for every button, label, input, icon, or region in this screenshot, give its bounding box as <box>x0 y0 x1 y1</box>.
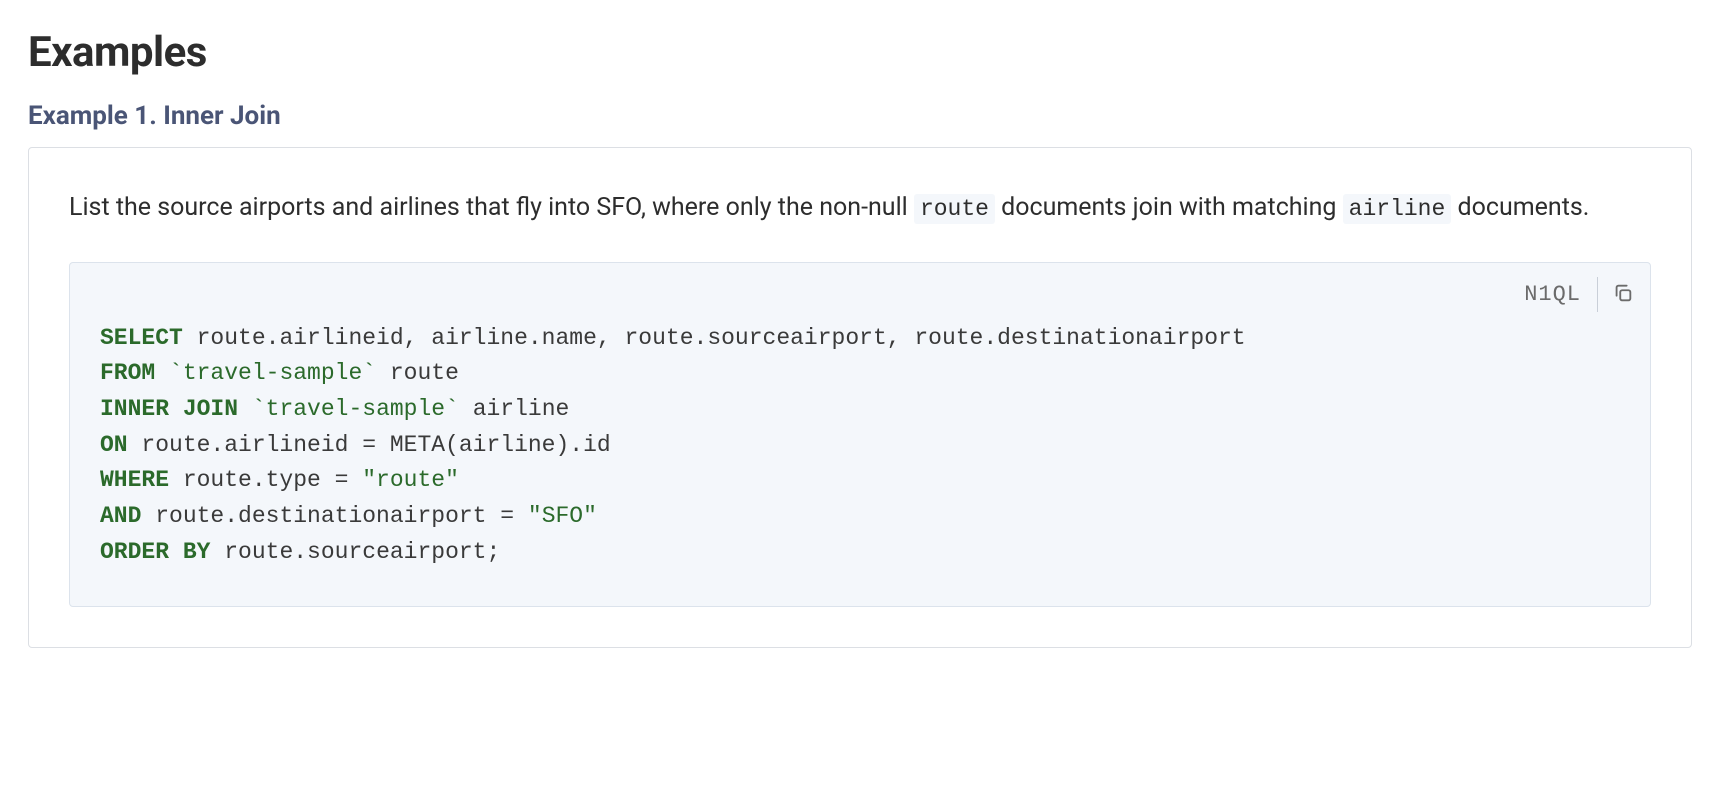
code-content[interactable]: SELECT route.airlineid, airline.name, ro… <box>100 321 1620 570</box>
copy-button[interactable] <box>1598 278 1634 311</box>
code-text: airline <box>459 396 569 422</box>
desc-text: documents join with matching <box>995 193 1343 222</box>
doc-page: Examples Example 1. Inner Join List the … <box>0 0 1720 688</box>
code-text: route.airlineid = META(airline).id <box>128 432 611 458</box>
section-title: Examples <box>28 28 1692 77</box>
kw-on: ON <box>100 432 128 458</box>
code-header: N1QL <box>1524 277 1634 312</box>
example-label: Example 1. Inner Join <box>28 101 1692 131</box>
inline-code-route: route <box>914 194 995 224</box>
code-block: N1QL SELECT route.airlineid, airline.nam… <box>69 262 1651 607</box>
code-text: route.sourceairport; <box>210 539 500 565</box>
example-panel: List the source airports and airlines th… <box>28 147 1692 648</box>
kw-from: FROM <box>100 360 155 386</box>
kw-select: SELECT <box>100 325 183 351</box>
kw-order: ORDER <box>100 539 169 565</box>
inline-code-airline: airline <box>1343 194 1452 224</box>
code-string: "route" <box>362 467 459 493</box>
kw-and: AND <box>100 503 141 529</box>
code-text: route.type = <box>169 467 362 493</box>
copy-icon <box>1612 282 1634 307</box>
kw-inner: INNER <box>100 396 169 422</box>
example-description: List the source airports and airlines th… <box>69 186 1651 230</box>
desc-text: documents. <box>1451 193 1589 222</box>
code-string: `travel-sample` <box>155 360 376 386</box>
code-text: route <box>376 360 459 386</box>
code-text: route.destinationairport = <box>141 503 527 529</box>
kw-by: BY <box>183 539 211 565</box>
code-string: `travel-sample` <box>238 396 459 422</box>
code-string: "SFO" <box>528 503 597 529</box>
code-language-badge: N1QL <box>1524 277 1598 312</box>
kw-where: WHERE <box>100 467 169 493</box>
kw-join: JOIN <box>183 396 238 422</box>
code-text: route.airlineid, airline.name, route.sou… <box>183 325 1246 351</box>
desc-text: List the source airports and airlines th… <box>69 193 914 222</box>
